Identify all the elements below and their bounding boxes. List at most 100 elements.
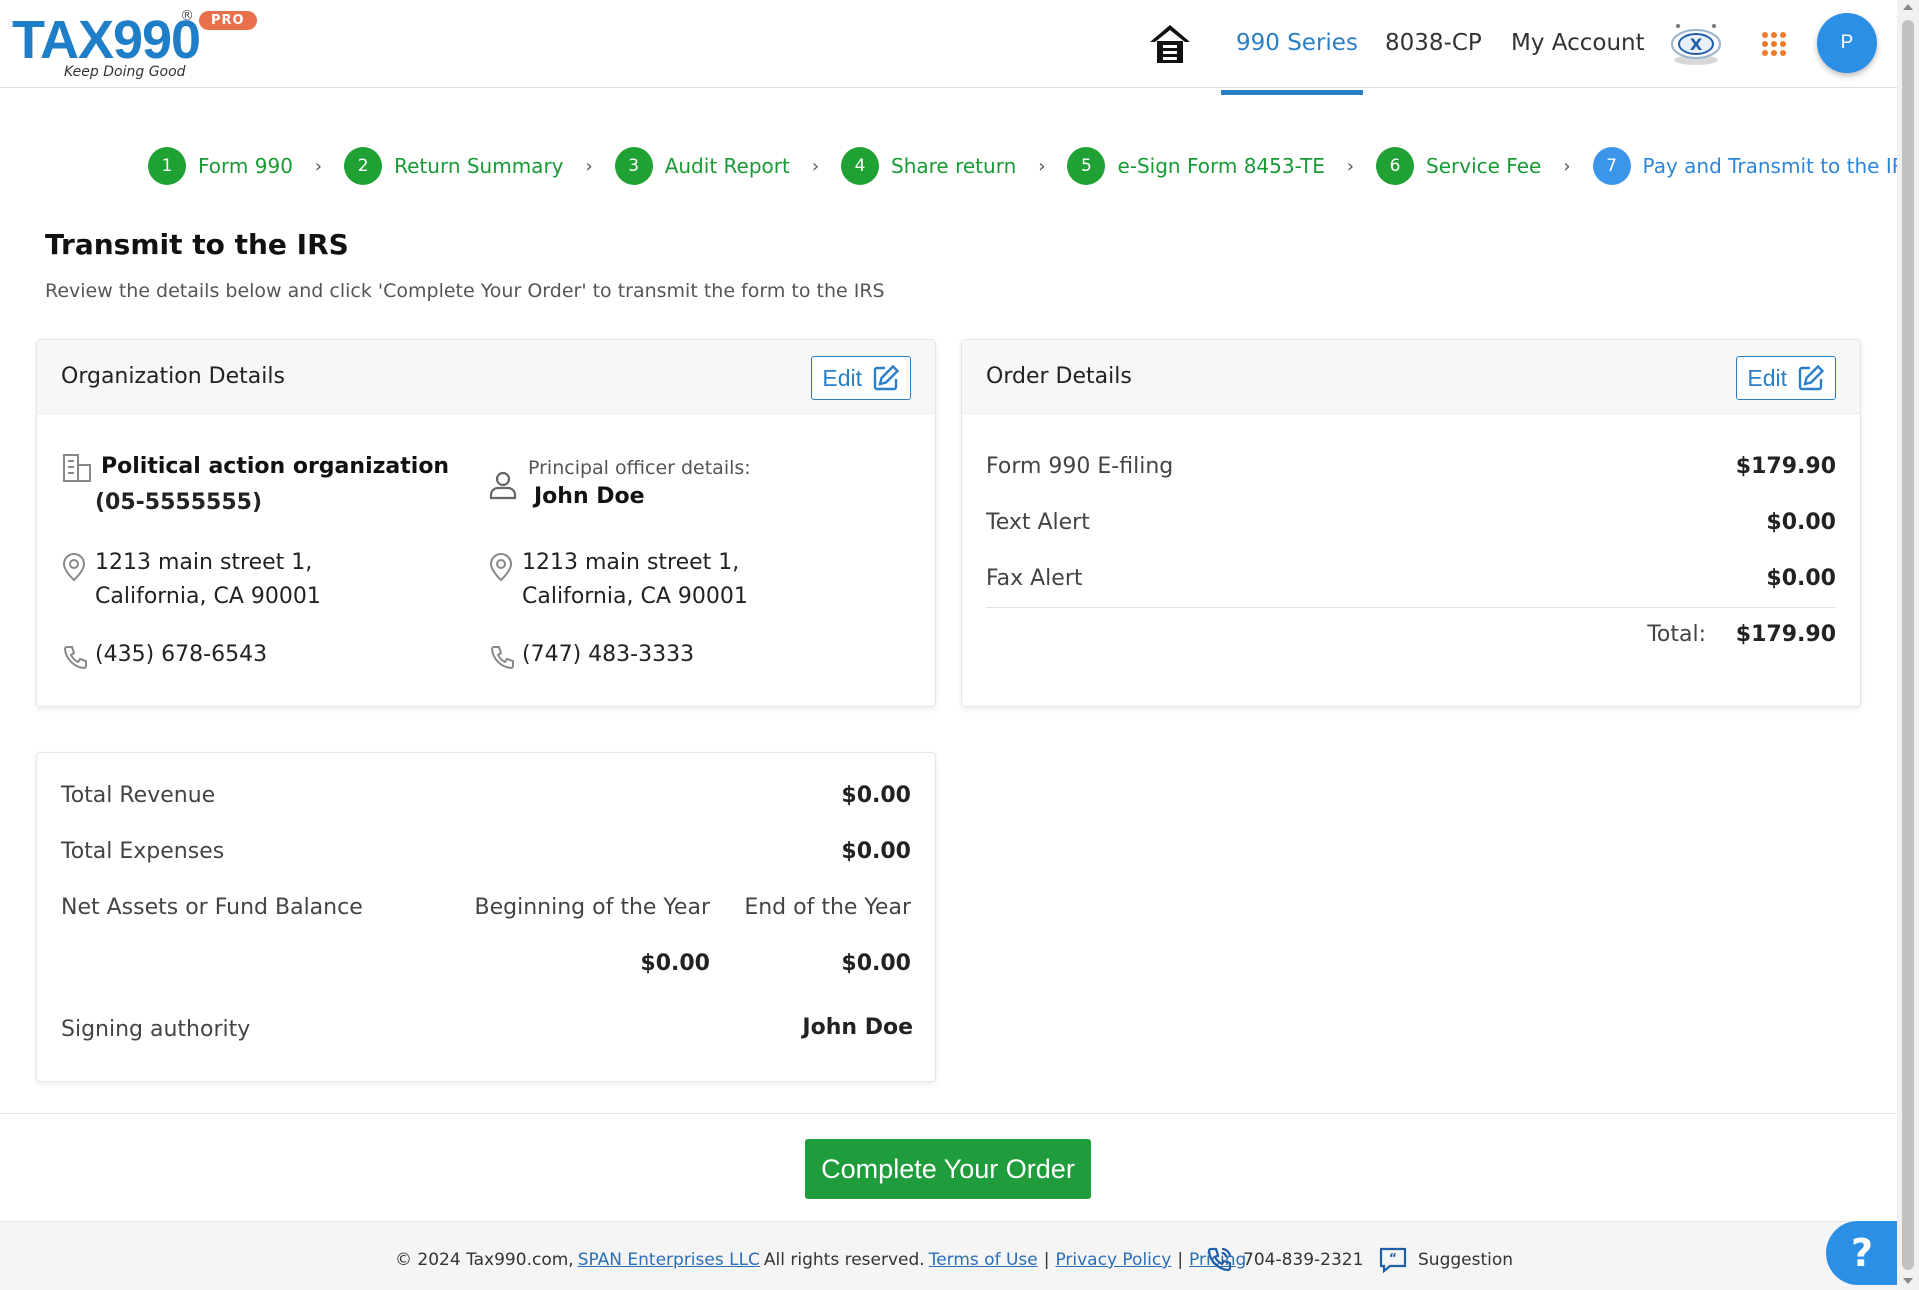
- nav-my-account[interactable]: My Account: [1511, 30, 1645, 56]
- officer-address-line1: 1213 main street 1,: [522, 550, 740, 575]
- step-label: e-Sign Form 8453-TE: [1117, 154, 1325, 178]
- page-subtitle: Review the details below and click 'Comp…: [45, 280, 885, 302]
- user-avatar[interactable]: P: [1817, 13, 1877, 73]
- footer-separator: |: [1177, 1250, 1184, 1270]
- apps-grid-icon[interactable]: [1762, 32, 1786, 56]
- progress-stepper: 1 Form 990 › 2 Return Summary › 3 Audit …: [148, 146, 1918, 186]
- edit-button-label: Edit: [822, 364, 862, 391]
- top-header: TAX990 ® PRO Keep Doing Good 990 Series …: [0, 0, 1897, 88]
- order-total-amount: $179.90: [1735, 622, 1836, 647]
- complete-order-button[interactable]: Complete Your Order: [805, 1139, 1091, 1199]
- card-title: Order Details: [986, 364, 1132, 389]
- suggestion-icon: “: [1379, 1247, 1407, 1274]
- order-item-amount: $0.00: [1766, 566, 1836, 591]
- tax990-logo[interactable]: TAX990 ® PRO Keep Doing Good: [12, 8, 262, 82]
- edit-order-button[interactable]: Edit: [1736, 356, 1836, 400]
- edit-icon: [1798, 364, 1825, 391]
- edit-organization-button[interactable]: Edit: [811, 356, 911, 400]
- phone-call-icon: [1207, 1247, 1232, 1272]
- page-footer: © 2024 Tax990.com, SPAN Enterprises LLC …: [0, 1221, 1897, 1290]
- card-title: Organization Details: [61, 364, 285, 389]
- step-number: 3: [614, 147, 653, 185]
- nav-990-series[interactable]: 990 Series: [1236, 30, 1358, 56]
- person-icon: [489, 471, 517, 500]
- total-expenses-label: Total Expenses: [61, 839, 225, 864]
- step-audit-report[interactable]: 3 Audit Report: [614, 147, 790, 185]
- principal-officer-caption: Principal officer details:: [528, 457, 751, 479]
- suggestion-label: Suggestion: [1418, 1250, 1514, 1270]
- home-icon[interactable]: [1148, 22, 1192, 66]
- step-form-990[interactable]: 1 Form 990: [148, 147, 293, 185]
- registered-mark: ®: [180, 8, 194, 24]
- building-icon: [63, 454, 91, 482]
- span-enterprises-link[interactable]: SPAN Enterprises LLC: [578, 1250, 760, 1270]
- step-label: Audit Report: [664, 154, 790, 178]
- step-service-fee[interactable]: 6 Service Fee: [1376, 147, 1541, 185]
- financial-summary-card: Total Revenue $0.00 Total Expenses $0.00…: [36, 752, 936, 1082]
- chevron-right-icon: ›: [585, 155, 593, 177]
- tax-app-switcher-icon[interactable]: X: [1668, 20, 1724, 68]
- signing-authority-label: Signing authority: [61, 1017, 251, 1042]
- rights-text: All rights reserved.: [763, 1250, 925, 1270]
- chevron-right-icon: ›: [1346, 155, 1355, 177]
- step-number: 6: [1376, 147, 1415, 185]
- copyright-text: © 2024 Tax990.com,: [395, 1250, 574, 1270]
- beginning-of-year-value: $0.00: [640, 951, 710, 976]
- scroll-down-arrow-icon[interactable]: [1903, 1278, 1913, 1284]
- chevron-right-icon: ›: [1563, 155, 1571, 177]
- card-header: Order Details Edit: [962, 340, 1860, 414]
- privacy-policy-link[interactable]: Privacy Policy: [1055, 1250, 1171, 1270]
- order-total-label: Total:: [1647, 622, 1706, 647]
- end-of-year-value: $0.00: [841, 951, 911, 976]
- support-phone-number: 704-839-2321: [1243, 1250, 1364, 1270]
- nav-8038-cp[interactable]: 8038-CP: [1385, 30, 1482, 56]
- organization-address-line1: 1213 main street 1,: [95, 550, 313, 575]
- order-item-amount: $0.00: [1766, 510, 1836, 535]
- step-share-return[interactable]: 4 Share return: [841, 147, 1016, 185]
- chevron-right-icon: ›: [811, 155, 820, 177]
- pro-badge: PRO: [199, 11, 257, 30]
- phone-icon: [63, 646, 87, 670]
- location-pin-icon: [62, 553, 86, 582]
- end-of-year-label: End of the Year: [744, 895, 911, 920]
- vertical-scrollbar[interactable]: [1897, 0, 1919, 1290]
- step-label: Share return: [891, 154, 1017, 178]
- total-expenses-value: $0.00: [841, 839, 911, 864]
- logo-wordmark: TAX990: [12, 10, 201, 70]
- organization-phone: (435) 678-6543: [95, 642, 268, 667]
- terms-of-use-link[interactable]: Terms of Use: [929, 1250, 1038, 1270]
- order-details-card: Order Details Edit Form 990 E-filing $17…: [961, 339, 1861, 707]
- help-button[interactable]: ?: [1826, 1221, 1898, 1285]
- active-nav-indicator: [1221, 90, 1363, 95]
- step-pay-transmit[interactable]: 7 Pay and Transmit to the IRS: [1592, 147, 1919, 185]
- organization-name: Political action organization: [101, 454, 450, 479]
- action-bar: Complete Your Order: [0, 1113, 1897, 1221]
- order-item-label: Fax Alert: [986, 566, 1083, 591]
- total-revenue-value: $0.00: [841, 783, 911, 808]
- card-header: Organization Details Edit: [37, 340, 935, 414]
- order-item-label: Text Alert: [986, 510, 1090, 535]
- step-label: Pay and Transmit to the IRS: [1642, 154, 1919, 178]
- phone-icon: [490, 646, 514, 670]
- scrollbar-thumb[interactable]: [1902, 20, 1914, 1270]
- organization-ein: (05-5555555): [95, 490, 263, 515]
- page-title: Transmit to the IRS: [45, 228, 349, 261]
- logo-tagline: Keep Doing Good: [64, 64, 186, 80]
- organization-details-card: Organization Details Edit Political acti…: [36, 339, 936, 707]
- scroll-up-arrow-icon[interactable]: [1903, 4, 1913, 10]
- chevron-right-icon: ›: [314, 155, 323, 177]
- step-esign-form[interactable]: 5 e-Sign Form 8453-TE: [1067, 147, 1325, 185]
- total-revenue-label: Total Revenue: [61, 783, 216, 808]
- officer-address-line2: California, CA 90001: [522, 584, 748, 609]
- step-return-summary[interactable]: 2 Return Summary: [344, 147, 564, 185]
- principal-officer-name: John Doe: [534, 484, 645, 509]
- order-item-amount: $179.90: [1735, 454, 1836, 479]
- step-number: 7: [1592, 147, 1631, 185]
- step-number: 4: [841, 147, 880, 185]
- edit-icon: [873, 364, 900, 391]
- order-divider: [986, 607, 1836, 608]
- suggestion-link[interactable]: “ Suggestion: [1378, 1246, 1513, 1274]
- step-label: Service Fee: [1426, 154, 1542, 178]
- svg-text:“: “: [1389, 1251, 1397, 1265]
- support-phone[interactable]: 704-839-2321: [1205, 1246, 1363, 1274]
